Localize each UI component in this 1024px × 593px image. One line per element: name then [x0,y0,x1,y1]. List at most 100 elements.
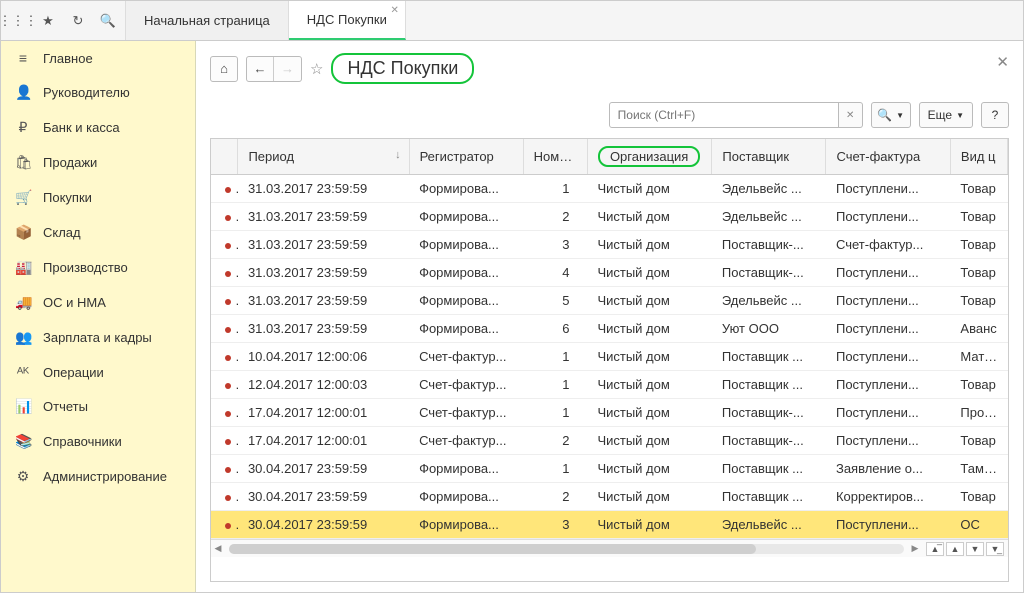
favorite-icon[interactable]: ☆ [310,60,323,78]
search-clear-button[interactable]: ✕ [839,102,863,128]
search-dropdown-button[interactable]: 🔍 ▼ [871,102,911,128]
cell-type: Аванс [950,315,1007,343]
tabbar-icon-group: ⋮⋮⋮ ★ ↻ 🔍 [1,1,126,40]
table-row[interactable]: 31.03.2017 23:59:59 Формирова... 2 Чисты… [211,203,1008,231]
more-button[interactable]: Еще ▼ [919,102,973,128]
col-period[interactable]: Период [238,139,409,175]
cell-num: 2 [523,483,587,511]
cell-reg: Формирова... [409,455,523,483]
sidebar-item-8[interactable]: 👥Зарплата и кадры [1,320,195,355]
table-row[interactable]: 31.03.2017 23:59:59 Формирова... 5 Чисты… [211,287,1008,315]
row-indicator-icon [225,271,231,277]
close-icon[interactable]: ✕ [391,5,399,16]
tab-current[interactable]: НДС Покупки ✕ [289,1,406,40]
sidebar-item-2[interactable]: ₽Банк и касса [1,110,195,145]
sidebar-item-5[interactable]: 📦Склад [1,215,195,250]
sidebar-icon: 📊 [15,398,31,415]
scroll-top-button[interactable]: ▲̅ [926,542,944,556]
scroll-up-button[interactable]: ▲ [946,542,964,556]
sidebar-item-label: Справочники [43,434,122,449]
sidebar-item-1[interactable]: 👤Руководителю [1,75,195,110]
row-indicator-icon [225,439,231,445]
history-icon[interactable]: ↻ [69,12,87,30]
table-row[interactable]: 31.03.2017 23:59:59 Формирова... 3 Чисты… [211,231,1008,259]
sidebar-item-12[interactable]: ⚙Администрирование [1,459,195,494]
cell-supp: Поставщик ... [712,371,826,399]
table-row[interactable]: 30.04.2017 23:59:59 Формирова... 2 Чисты… [211,483,1008,511]
cell-type: Прочи [950,399,1007,427]
cell-period: 31.03.2017 23:59:59 [238,175,409,203]
sidebar-icon: 🚚 [15,294,31,311]
cell-type: Товар [950,203,1007,231]
col-indicator[interactable] [211,139,238,175]
col-reg[interactable]: Регистратор [409,139,523,175]
cell-org: Чистый дом [587,455,711,483]
table-row[interactable]: 10.04.2017 12:00:06 Счет-фактур... 1 Чис… [211,343,1008,371]
search-input[interactable] [609,102,839,128]
cell-num: 3 [523,511,587,539]
sidebar-item-0[interactable]: ≡Главное [1,41,195,75]
tab-bar: ⋮⋮⋮ ★ ↻ 🔍 Начальная страница НДС Покупки… [1,1,1023,41]
row-indicator-icon [225,215,231,221]
table-row[interactable]: 17.04.2017 12:00:01 Счет-фактур... 1 Чис… [211,399,1008,427]
scroll-down-button[interactable]: ▼ [966,542,984,556]
cell-num: 2 [523,427,587,455]
table-row[interactable]: 31.03.2017 23:59:59 Формирова... 6 Чисты… [211,315,1008,343]
star-icon[interactable]: ★ [39,12,57,30]
cell-period: 30.04.2017 23:59:59 [238,483,409,511]
cell-num: 5 [523,287,587,315]
cell-org: Чистый дом [587,483,711,511]
table-row[interactable]: 30.04.2017 23:59:59 Формирова... 3 Чисты… [211,511,1008,539]
cell-num: 1 [523,399,587,427]
sidebar-item-7[interactable]: 🚚 ОС и НМА [1,285,195,320]
col-invoice[interactable]: Счет-фактура [826,139,950,175]
apps-icon[interactable]: ⋮⋮⋮ [9,12,27,30]
back-button[interactable]: ← [247,57,274,81]
row-indicator-icon [225,523,231,529]
cell-type: Товар [950,427,1007,455]
col-supp[interactable]: Поставщик [712,139,826,175]
cell-type: Тамож [950,455,1007,483]
h-scrollbar[interactable] [225,544,908,554]
table-row[interactable]: 17.04.2017 12:00:01 Счет-фактур... 2 Чис… [211,427,1008,455]
tab-home[interactable]: Начальная страница [126,1,289,40]
cell-org: Чистый дом [587,511,711,539]
cell-supp: Поставщик-... [712,399,826,427]
sidebar-item-label: ОС и НМА [43,295,106,310]
sidebar-item-11[interactable]: 📚Справочники [1,424,195,459]
home-button[interactable]: ⌂ [210,56,238,82]
table-row[interactable]: 30.04.2017 23:59:59 Формирова... 1 Чисты… [211,455,1008,483]
cell-supp: Поставщик-... [712,231,826,259]
sidebar-item-10[interactable]: 📊Отчеты [1,389,195,424]
scroll-footer: ◀ ▶ ▲̅ ▲ ▼ ▼̲ [211,539,1008,557]
cell-reg: Счет-фактур... [409,371,523,399]
sidebar: ≡Главное👤Руководителю₽Банк и касса🛍Прода… [1,41,196,592]
row-indicator-icon [225,495,231,501]
sidebar-icon: 🏭 [15,259,31,276]
cell-type: Товар [950,371,1007,399]
col-num[interactable]: Номер... [523,139,587,175]
scroll-left-icon[interactable]: ◀ [211,543,225,554]
sidebar-item-9[interactable]: ᴬᴷОперации [1,355,195,389]
sidebar-item-4[interactable]: 🛒Покупки [1,180,195,215]
table-row[interactable]: 31.03.2017 23:59:59 Формирова... 1 Чисты… [211,175,1008,203]
sidebar-item-6[interactable]: 🏭Производство [1,250,195,285]
scroll-bottom-button[interactable]: ▼̲ [986,542,1004,556]
cell-reg: Счет-фактур... [409,427,523,455]
sidebar-item-3[interactable]: 🛍Продажи [1,145,195,180]
forward-button[interactable]: → [274,57,301,81]
col-type[interactable]: Вид ц [950,139,1007,175]
cell-org: Чистый дом [587,203,711,231]
help-button[interactable]: ? [981,102,1009,128]
close-page-icon[interactable]: ✕ [996,53,1009,71]
cell-invoice: Заявление о... [826,455,950,483]
table-row[interactable]: 12.04.2017 12:00:03 Счет-фактур... 1 Чис… [211,371,1008,399]
search-icon[interactable]: 🔍 [99,12,117,30]
scroll-right-icon[interactable]: ▶ [908,543,922,554]
cell-invoice: Поступлени... [826,287,950,315]
table-row[interactable]: 31.03.2017 23:59:59 Формирова... 4 Чисты… [211,259,1008,287]
col-org[interactable]: Организация [587,139,711,175]
cell-org: Чистый дом [587,399,711,427]
row-indicator-icon [225,243,231,249]
row-indicator-icon [225,383,231,389]
